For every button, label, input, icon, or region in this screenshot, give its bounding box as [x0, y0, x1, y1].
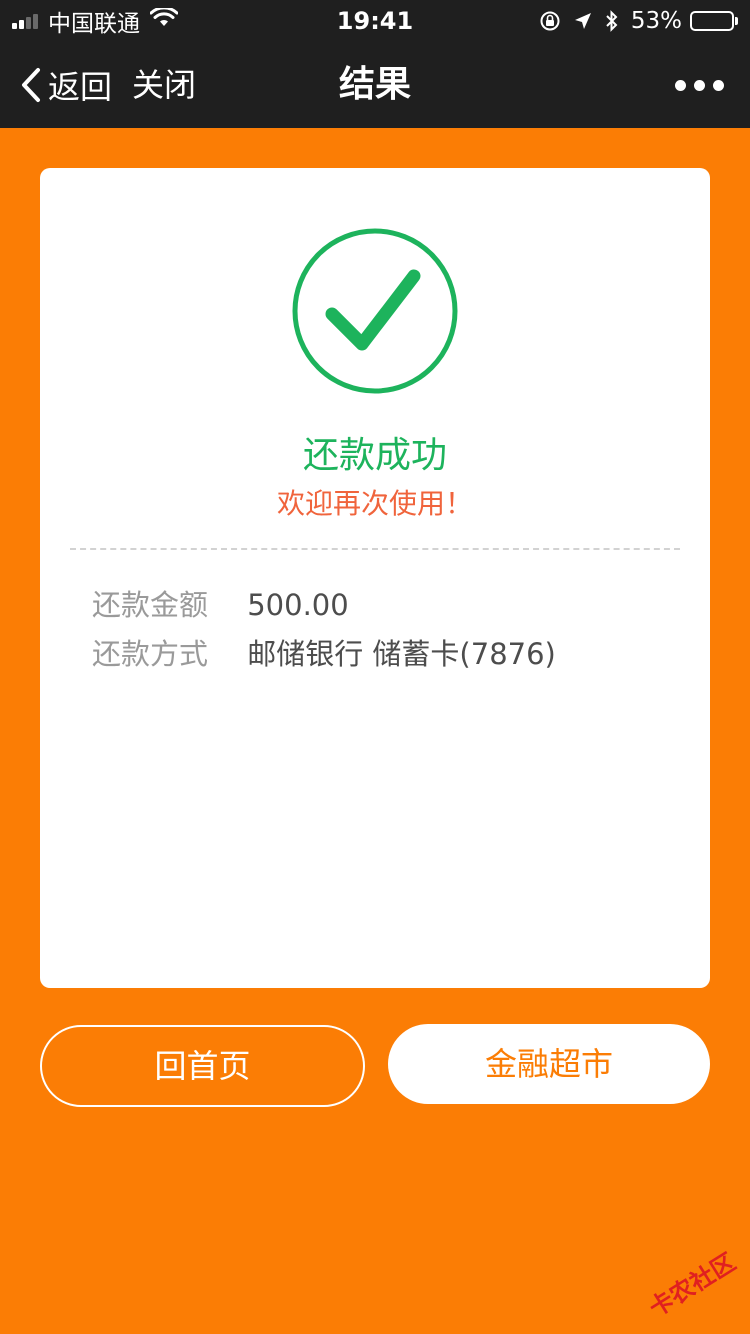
more-icon[interactable]: [667, 42, 724, 128]
battery-percent: 53%: [630, 8, 682, 34]
page-title: 结果: [338, 64, 411, 105]
back-button[interactable]: 返回: [20, 42, 112, 128]
back-label: 返回: [48, 68, 113, 106]
chevron-left-icon: [22, 68, 40, 102]
close-button[interactable]: 关闭: [132, 42, 196, 128]
watermark-logo: 卡农社区: [639, 1235, 750, 1325]
method-value: 邮储银行 储蓄卡(7876): [247, 637, 556, 671]
status-bar: 中国联通 19:41 53%: [0, 0, 750, 42]
bluetooth-icon: [605, 10, 619, 32]
result-card: 还款成功 欢迎再次使用！ 还款金额 500.00 还款方式 邮储银行 储蓄卡(7…: [40, 168, 710, 988]
result-subtitle: 欢迎再次使用！: [276, 487, 473, 520]
method-label: 还款方式: [92, 637, 209, 671]
detail-row-method: 还款方式 邮储银行 储蓄卡(7876): [92, 631, 556, 673]
amount-value: 500.00: [247, 588, 349, 622]
home-button[interactable]: 回首页: [40, 1025, 365, 1107]
nav-bar: 返回 关闭 结果: [0, 42, 750, 128]
watermark-text: 卡农社区: [643, 1247, 741, 1323]
status-bar-right: 53%: [527, 0, 738, 42]
detail-row-amount: 还款金额 500.00: [92, 582, 349, 624]
battery-icon: [690, 11, 738, 31]
success-check-icon: [292, 228, 458, 394]
amount-label: 还款金额: [92, 588, 209, 622]
divider: [70, 548, 680, 550]
finance-market-button[interactable]: 金融超市: [388, 1024, 710, 1104]
rotation-lock-icon: [539, 10, 561, 32]
location-arrow-icon: [573, 11, 593, 31]
result-title: 还款成功: [302, 435, 447, 476]
